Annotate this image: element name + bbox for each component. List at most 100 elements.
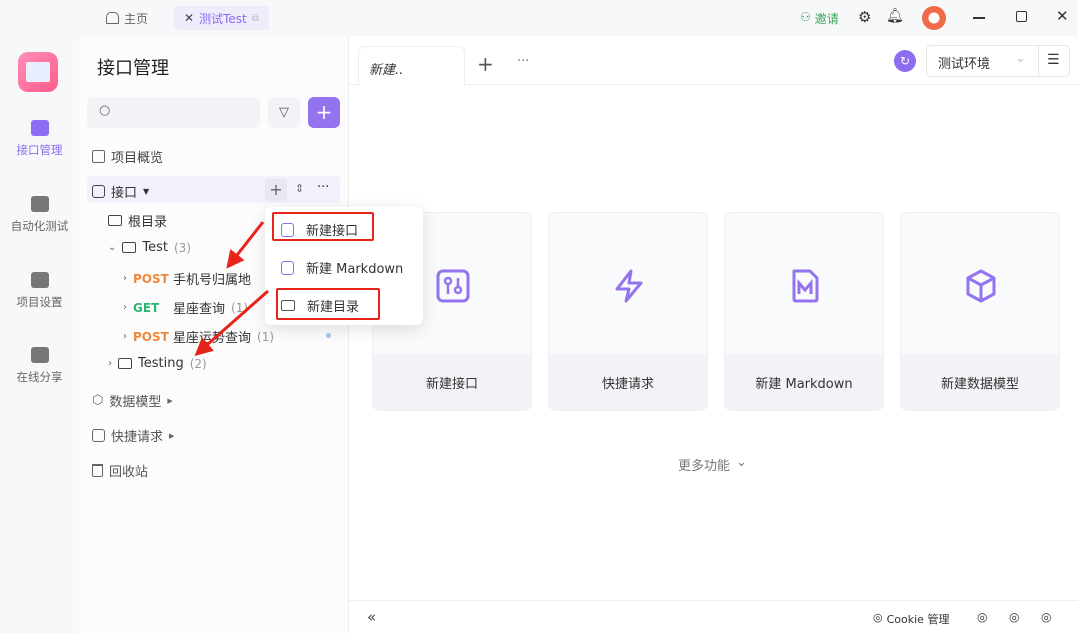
- search-icon: ○: [99, 103, 111, 118]
- add-api-button[interactable]: +: [265, 179, 287, 201]
- caret-right-icon: ▶: [167, 396, 173, 405]
- nav-label: 在线分享: [16, 370, 63, 384]
- tree-count: (1): [231, 300, 249, 315]
- tab-project[interactable]: ✕ 测试Test ⧉: [174, 6, 269, 30]
- filter-icon: ▽: [279, 105, 289, 120]
- add-user-icon: ⚇: [800, 10, 811, 24]
- tree-folder-test[interactable]: ⌄ Test (3): [108, 240, 191, 255]
- add-button[interactable]: +: [308, 97, 340, 128]
- nav-item-share[interactable]: 在线分享: [0, 347, 79, 385]
- caret-down-icon: ▼: [143, 187, 150, 196]
- environment-label: 测试环境: [938, 57, 991, 72]
- card-quick-request[interactable]: 快捷请求: [548, 212, 708, 411]
- nav-item-api[interactable]: 接口管理: [0, 120, 79, 158]
- cookie-manager-button[interactable]: ◎ Cookie 管理: [873, 611, 949, 627]
- environment-select[interactable]: 测试环境 ⌄ ☰: [926, 45, 1070, 77]
- tree-folder-testing[interactable]: › Testing (2): [108, 356, 207, 371]
- more-icon[interactable]: ···: [317, 180, 329, 195]
- nav-label: 接口管理: [16, 143, 63, 157]
- api-icon: [436, 269, 470, 303]
- tab-home-label: 主页: [124, 11, 149, 26]
- expand-collapse-icon[interactable]: ⇕: [295, 182, 304, 195]
- menu-label: 新建 Markdown: [306, 262, 404, 277]
- tab-home[interactable]: 主页: [106, 6, 148, 30]
- home-icon: [106, 12, 119, 24]
- chevron-right-icon: ›: [108, 358, 112, 369]
- markdown-icon: [792, 269, 819, 303]
- menu-item-new-markdown[interactable]: 新建 Markdown: [281, 258, 403, 277]
- tree-label: 星座运势查询: [173, 331, 252, 346]
- annotation-box: [272, 212, 374, 241]
- chevron-right-icon: ›: [123, 273, 127, 284]
- tab-new[interactable]: 新建..: [358, 46, 465, 86]
- close-window-icon[interactable]: ✕: [1056, 7, 1069, 25]
- cookie-icon: ◎: [873, 611, 883, 624]
- collapse-sidebar-icon[interactable]: «: [367, 608, 376, 626]
- external-link-icon[interactable]: ⧉: [252, 13, 259, 24]
- caret-right-icon: ▶: [169, 431, 175, 440]
- overview-label: 项目概览: [111, 151, 164, 166]
- cookie-label: Cookie 管理: [886, 613, 950, 626]
- more-tabs-icon[interactable]: ···: [517, 54, 529, 69]
- tree-item[interactable]: › POST 手机号归属地: [123, 269, 251, 289]
- folder-icon: [122, 242, 137, 253]
- footer-icon-1[interactable]: ◎: [977, 610, 987, 624]
- label: 数据模型: [109, 395, 162, 410]
- api-root[interactable]: 接口 ▼: [92, 182, 149, 201]
- chevron-down-icon: ⌄: [736, 455, 747, 470]
- nav-item-auto-test[interactable]: 自动化测试: [0, 196, 79, 234]
- more-label: 更多功能: [678, 459, 731, 474]
- project-logo: [18, 52, 58, 92]
- tree-label: 根目录: [128, 215, 168, 230]
- tree-count: (1): [257, 329, 275, 344]
- sidebar-item-quick-request[interactable]: 快捷请求 ▶: [92, 426, 174, 445]
- card-new-data-model[interactable]: 新建数据模型: [900, 212, 1060, 411]
- card-label: 新建数据模型: [901, 354, 1059, 410]
- chevron-right-icon: ›: [123, 302, 127, 313]
- trash-icon: [92, 464, 103, 477]
- tree-item[interactable]: › POST 星座运势查询 (1): [123, 327, 275, 347]
- api-root-label: 接口: [111, 186, 138, 201]
- title-bar: 主页 ✕ 测试Test ⧉ ⚇ 邀请 ⚙ 🔔︎ ✕: [0, 0, 1078, 36]
- sidebar-item-overview[interactable]: 项目概览: [92, 147, 163, 166]
- method-badge: POST: [133, 329, 169, 344]
- card-new-markdown[interactable]: 新建 Markdown: [724, 212, 884, 411]
- sidebar-item-data-model[interactable]: ⬡ 数据模型 ▶: [92, 391, 173, 410]
- sidebar-item-trash[interactable]: 回收站: [92, 461, 148, 480]
- settings-icon: [30, 272, 49, 288]
- plus-icon: +: [269, 180, 283, 199]
- close-icon[interactable]: ✕: [184, 11, 194, 25]
- tab-project-label: 测试Test: [199, 11, 247, 26]
- card-label: 新建接口: [373, 354, 531, 410]
- nav-item-settings[interactable]: 项目设置: [0, 272, 79, 310]
- annotation-box: [276, 288, 380, 320]
- status-dot: [326, 333, 331, 338]
- tree-root[interactable]: 根目录: [108, 211, 167, 230]
- minimize-icon[interactable]: [973, 17, 985, 19]
- invite-label: 邀请: [814, 12, 839, 26]
- card-label: 快捷请求: [549, 354, 707, 410]
- tree-item[interactable]: › GET 星座查询 (1): [123, 298, 249, 318]
- cube-icon: ⬡: [92, 393, 104, 408]
- menu-icon[interactable]: ☰: [1047, 52, 1060, 68]
- search-input[interactable]: ○: [87, 97, 260, 128]
- add-tab-icon[interactable]: +: [477, 52, 494, 76]
- card-label: 新建 Markdown: [725, 354, 883, 410]
- chevron-down-icon: ⌄: [108, 242, 117, 253]
- server-icon: [30, 196, 49, 212]
- markdown-icon: [281, 260, 294, 275]
- sync-icon[interactable]: ↻: [894, 50, 916, 72]
- invite-button[interactable]: ⚇ 邀请: [800, 10, 839, 27]
- lightning-icon: [615, 269, 643, 303]
- avatar[interactable]: [922, 6, 946, 30]
- bell-icon[interactable]: 🔔︎: [886, 8, 904, 24]
- tree-label: 星座查询: [173, 302, 226, 317]
- filter-button[interactable]: ▽: [268, 97, 300, 128]
- label: 快捷请求: [111, 430, 164, 445]
- lightning-icon: [92, 429, 105, 442]
- help-icon[interactable]: ◎: [1041, 610, 1051, 624]
- maximize-icon[interactable]: [1016, 11, 1027, 22]
- gear-icon[interactable]: ⚙: [858, 8, 871, 26]
- more-features-button[interactable]: 更多功能 ⌄: [678, 455, 747, 474]
- footer-icon-2[interactable]: ◎: [1009, 610, 1019, 624]
